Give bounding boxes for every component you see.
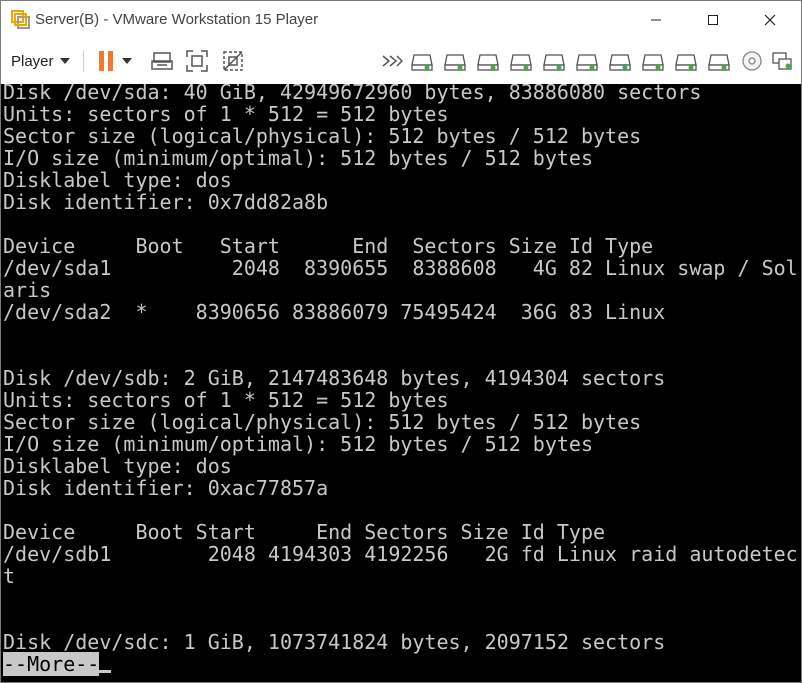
more-prompt: --More-- — [3, 652, 100, 676]
vmware-app-icon — [11, 10, 30, 29]
toolbar-divider — [83, 50, 84, 72]
cd-dvd-button[interactable] — [739, 48, 765, 74]
hard-disk-icon — [444, 54, 466, 71]
maximize-icon — [708, 15, 718, 25]
console-line: Sector size (logical/physical): 512 byte… — [3, 124, 642, 148]
dropdown-arrow-icon — [122, 58, 132, 64]
pause-icon — [99, 51, 113, 71]
console-line: Device Boot Start End Sectors Size Id Ty… — [3, 520, 606, 544]
window-title: Server(B) - VMware Workstation 15 Player — [35, 11, 319, 28]
network-adapter-icon — [772, 52, 792, 70]
send-ctrl-alt-del-button[interactable] — [149, 48, 175, 74]
hard-disk-6-button[interactable] — [574, 48, 600, 74]
hard-disk-icon — [708, 54, 730, 71]
text-cursor — [99, 670, 112, 673]
minimize-button[interactable] — [633, 1, 679, 39]
toolbar: Player — [1, 39, 801, 84]
hard-disk-icon — [609, 54, 631, 71]
console-line: Disklabel type: dos — [3, 168, 232, 192]
console-line: Units: sectors of 1 * 512 = 512 bytes — [3, 388, 449, 412]
console-line: Disk /dev/sda: 40 GiB, 42949672960 bytes… — [3, 84, 702, 104]
unity-icon — [223, 51, 243, 71]
more-devices-button[interactable] — [379, 48, 405, 74]
fit-guest-button[interactable] — [184, 48, 210, 74]
hard-disk-1-button[interactable] — [409, 48, 435, 74]
fit-guest-icon — [186, 50, 208, 72]
network-adapter-button[interactable] — [769, 48, 795, 74]
hard-disk-4-button[interactable] — [508, 48, 534, 74]
unity-button[interactable] — [220, 48, 246, 74]
hard-disk-icon — [477, 54, 499, 71]
console-line: /dev/sdb1 2048 4194303 4192256 2G fd Lin… — [3, 542, 798, 566]
console-line: Units: sectors of 1 * 512 = 512 bytes — [3, 102, 449, 126]
player-menu-label: Player — [11, 52, 54, 70]
console-line: Sector size (logical/physical): 512 byte… — [3, 410, 642, 434]
hard-disk-8-button[interactable] — [640, 48, 666, 74]
console-line: Disk /dev/sdc: 1 GiB, 1073741824 bytes, … — [3, 630, 666, 654]
guest-console[interactable]: Disk /dev/sda: 40 GiB, 42949672960 bytes… — [1, 84, 801, 682]
console-line: Disklabel type: dos — [3, 454, 232, 478]
hard-disk-3-button[interactable] — [475, 48, 501, 74]
hard-disk-icon — [675, 54, 697, 71]
chevron-down-icon — [59, 58, 70, 64]
hard-disk-icon — [411, 54, 433, 71]
console-line: /dev/sda1 2048 8390655 8388608 4G 82 Lin… — [3, 256, 798, 280]
cd-dvd-icon — [742, 51, 762, 71]
pause-button[interactable] — [93, 48, 119, 74]
minimize-icon — [651, 19, 661, 21]
console-line: Disk identifier: 0xac77857a — [3, 476, 329, 500]
console-line: Disk identifier: 0x7dd82a8b — [3, 190, 329, 214]
maximize-button[interactable] — [690, 1, 736, 39]
hard-disk-10-button[interactable] — [706, 48, 732, 74]
console-line: t — [3, 564, 16, 588]
console-line: I/O size (minimum/optimal): 512 bytes / … — [3, 146, 594, 170]
vmware-player-window: Server(B) - VMware Workstation 15 Player… — [0, 0, 802, 683]
hard-disk-2-button[interactable] — [442, 48, 468, 74]
hard-disk-icon — [510, 54, 532, 71]
more-devices-icon — [382, 55, 403, 67]
close-icon — [764, 14, 776, 26]
console-line: aris — [3, 278, 52, 302]
hard-disk-9-button[interactable] — [673, 48, 699, 74]
hard-disk-5-button[interactable] — [541, 48, 567, 74]
close-button[interactable] — [747, 1, 793, 39]
hard-disk-icon — [576, 54, 598, 71]
more-prompt-line: --More-- — [3, 652, 112, 676]
hard-disk-icon — [642, 54, 664, 71]
hard-disk-7-button[interactable] — [607, 48, 633, 74]
power-options-dropdown[interactable] — [119, 48, 135, 74]
console-line: I/O size (minimum/optimal): 512 bytes / … — [3, 432, 594, 456]
send-ctrl-alt-del-icon — [151, 52, 173, 70]
hard-disk-icon — [543, 54, 565, 71]
console-line: /dev/sda2 * 8390656 83886079 75495424 36… — [3, 300, 666, 324]
console-line: Disk /dev/sdb: 2 GiB, 2147483648 bytes, … — [3, 366, 666, 390]
title-bar[interactable]: Server(B) - VMware Workstation 15 Player — [1, 1, 801, 39]
player-menu[interactable]: Player — [11, 49, 70, 73]
console-line: Device Boot Start End Sectors Size Id Ty… — [3, 234, 654, 258]
